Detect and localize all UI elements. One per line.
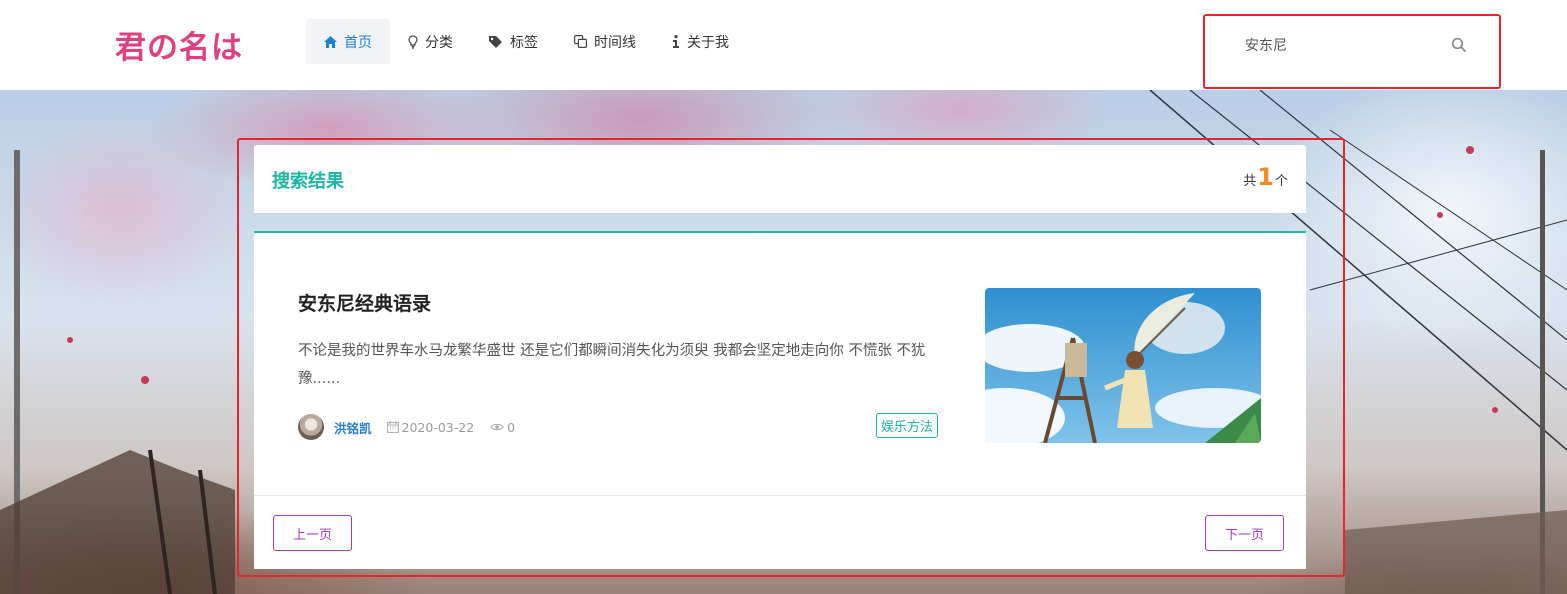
nav-item-label: 标签 bbox=[510, 34, 538, 51]
nav-item-category[interactable]: 分类 bbox=[390, 19, 471, 64]
nav-item-timeline[interactable]: 时间线 bbox=[556, 19, 654, 64]
nav-item-label: 时间线 bbox=[594, 34, 636, 51]
home-icon bbox=[324, 35, 337, 48]
search-input[interactable] bbox=[1245, 33, 1425, 57]
tag-icon bbox=[489, 35, 503, 48]
nav-item-about[interactable]: 关于我 bbox=[654, 19, 747, 64]
nav-item-label: 分类 bbox=[425, 34, 453, 51]
info-icon bbox=[672, 35, 680, 48]
search-box bbox=[1203, 14, 1501, 89]
lightbulb-icon bbox=[408, 34, 418, 49]
site-logo[interactable]: 君の名は bbox=[115, 22, 243, 67]
copy-icon bbox=[574, 35, 587, 48]
nav-item-tags[interactable]: 标签 bbox=[471, 19, 556, 64]
nav-item-home[interactable]: 首页 bbox=[306, 19, 390, 64]
top-navbar: 君の名は 首页 分类 标签 时间线 关于我 安东尼 bbox=[0, 0, 1567, 90]
nav-item-label: 首页 bbox=[344, 34, 372, 51]
main-nav: 首页 分类 标签 时间线 关于我 bbox=[306, 19, 747, 64]
results-highlight-frame bbox=[237, 138, 1345, 577]
nav-item-label: 关于我 bbox=[687, 34, 729, 51]
search-icon[interactable] bbox=[1451, 37, 1467, 53]
